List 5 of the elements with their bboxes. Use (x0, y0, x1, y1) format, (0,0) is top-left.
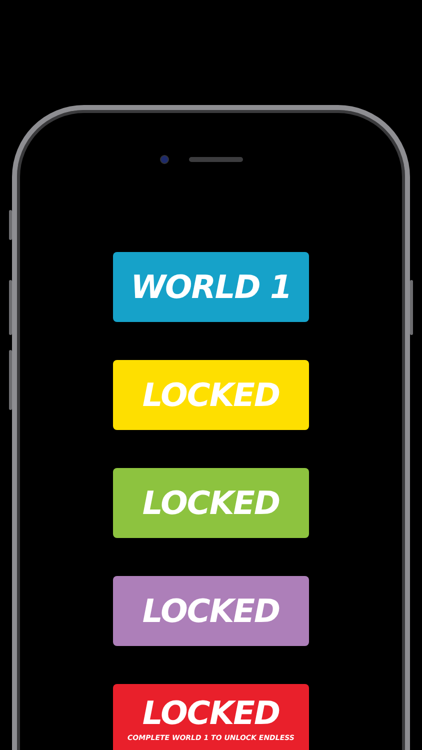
world-button[interactable]: WORLD 1 (113, 252, 309, 322)
speaker-icon (188, 157, 242, 162)
world-button[interactable]: LOCKED (113, 576, 309, 646)
camera-icon (160, 155, 168, 164)
world-button[interactable]: LOCKED (113, 468, 309, 538)
